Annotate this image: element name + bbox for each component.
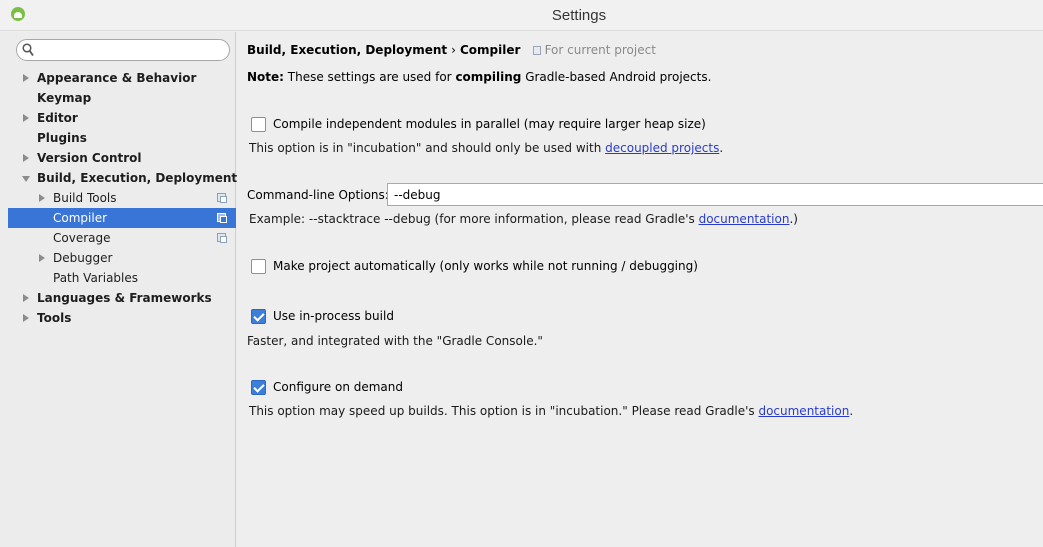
- tree-item-label: Languages & Frameworks: [37, 291, 212, 305]
- window-title: Settings: [551, 7, 607, 24]
- make-auto-option[interactable]: Make project automatically (only works w…: [251, 257, 698, 275]
- breadcrumb-separator: ›: [451, 43, 456, 57]
- breadcrumb: Build, Execution, Deployment › Compiler Fo…: [247, 43, 656, 57]
- command-line-input[interactable]: [387, 183, 1043, 206]
- breadcrumb-parent: Build, Execution, Deployment: [247, 43, 448, 57]
- tree-item-label: Debugger: [53, 251, 113, 265]
- documentation-link[interactable]: documentation: [758, 404, 849, 418]
- make-auto-checkbox[interactable]: [251, 258, 266, 274]
- tree-item-coverage[interactable]: Coverage: [8, 228, 236, 248]
- note-emphasis: compiling: [455, 70, 522, 84]
- in-process-label: Use in-process build: [273, 309, 394, 323]
- tree-item-appearance-behavior[interactable]: Appearance & Behavior: [8, 68, 236, 88]
- tree-item-label: Editor: [37, 111, 78, 125]
- tree-item-build-tools[interactable]: Build Tools: [8, 188, 236, 208]
- tree-item-label: Compiler: [53, 211, 108, 225]
- expand-arrow-icon[interactable]: [23, 154, 29, 162]
- project-scope-icon: [217, 213, 227, 223]
- example-end: .): [789, 212, 798, 226]
- parallel-option[interactable]: Compile independent modules in parallel …: [251, 115, 706, 133]
- command-line-label: Command-line Options:: [247, 188, 389, 202]
- scope-label: For current project: [532, 43, 656, 57]
- tree-item-build-execution-deployment[interactable]: Build, Execution, Deployment: [8, 168, 238, 188]
- parallel-label: Compile independent modules in parallel …: [273, 117, 706, 131]
- breadcrumb-current: Compiler: [459, 43, 521, 57]
- in-process-checkbox[interactable]: [251, 308, 266, 324]
- search-input[interactable]: [39, 42, 225, 58]
- parallel-desc-end: .: [719, 141, 724, 155]
- tree-item-label: Keymap: [37, 91, 92, 105]
- expand-arrow-icon[interactable]: [23, 314, 29, 322]
- settings-sidebar: Appearance & Behavior Keymap Editor Plug…: [0, 32, 238, 547]
- note-text: Note: These settings are used for compil…: [247, 70, 711, 84]
- project-scope-icon: [217, 233, 227, 243]
- tree-item-label: Tools: [37, 311, 72, 325]
- parallel-checkbox[interactable]: [251, 116, 266, 132]
- note-text-after: Gradle-based Android projects.: [521, 70, 712, 84]
- expand-arrow-icon[interactable]: [23, 74, 29, 82]
- expand-arrow-icon[interactable]: [39, 254, 45, 262]
- note-prefix: Note:: [247, 70, 284, 84]
- tree-item-debugger[interactable]: Debugger: [8, 248, 236, 268]
- tree-item-tools[interactable]: Tools: [8, 308, 236, 328]
- on-demand-desc-end: .: [849, 404, 854, 418]
- make-auto-label: Make project automatically (only works w…: [273, 259, 698, 273]
- on-demand-label: Configure on demand: [273, 380, 404, 394]
- on-demand-checkbox[interactable]: [251, 379, 266, 395]
- search-box[interactable]: [16, 39, 230, 61]
- on-demand-desc-text: This option may speed up builds. This op…: [249, 404, 759, 418]
- decoupled-projects-link[interactable]: decoupled projects: [605, 141, 719, 155]
- scope-text: For current project: [544, 43, 656, 57]
- project-scope-icon: [532, 46, 541, 55]
- tree-item-label: Coverage: [53, 231, 111, 245]
- expand-arrow-icon[interactable]: [23, 294, 29, 302]
- in-process-description: Faster, and integrated with the "Gradle …: [247, 334, 543, 348]
- tree-item-version-control[interactable]: Version Control: [8, 148, 236, 168]
- note-text-before: These settings are used for: [283, 70, 456, 84]
- project-scope-icon: [217, 193, 227, 203]
- documentation-link[interactable]: documentation: [699, 212, 790, 226]
- expand-arrow-icon[interactable]: [39, 194, 45, 202]
- in-process-option[interactable]: Use in-process build: [251, 307, 394, 325]
- search-icon: [22, 43, 34, 57]
- settings-content: Build, Execution, Deployment › Compiler Fo…: [237, 32, 1043, 547]
- tree-item-label: Appearance & Behavior: [37, 71, 197, 85]
- parallel-description: This option is in "incubation" and shoul…: [249, 141, 723, 155]
- tree-item-editor[interactable]: Editor: [8, 108, 236, 128]
- command-line-example: Example: --stacktrace --debug (for more …: [249, 212, 798, 226]
- tree-item-label: Build, Execution, Deployment: [37, 171, 238, 185]
- tree-item-languages-frameworks[interactable]: Languages & Frameworks: [8, 288, 236, 308]
- on-demand-option[interactable]: Configure on demand: [251, 378, 403, 396]
- tree-item-keymap[interactable]: Keymap: [8, 88, 236, 108]
- title-bar: Settings: [0, 0, 1043, 31]
- example-text: Example: --stacktrace --debug (for more …: [249, 212, 699, 226]
- tree-item-label: Version Control: [37, 151, 142, 165]
- parallel-desc-text: This option is in "incubation" and shoul…: [249, 141, 606, 155]
- tree-item-plugins[interactable]: Plugins: [8, 128, 236, 148]
- tree-item-label: Plugins: [37, 131, 87, 145]
- expand-arrow-icon[interactable]: [23, 114, 29, 122]
- tree-item-compiler[interactable]: Compiler: [8, 208, 236, 228]
- tree-item-label: Path Variables: [53, 271, 139, 285]
- collapse-arrow-icon[interactable]: [22, 176, 30, 182]
- on-demand-description: This option may speed up builds. This op…: [249, 404, 853, 418]
- tree-item-label: Build Tools: [53, 191, 117, 205]
- tree-item-path-variables[interactable]: Path Variables: [8, 268, 236, 288]
- settings-tree: Appearance & Behavior Keymap Editor Plug…: [8, 68, 238, 328]
